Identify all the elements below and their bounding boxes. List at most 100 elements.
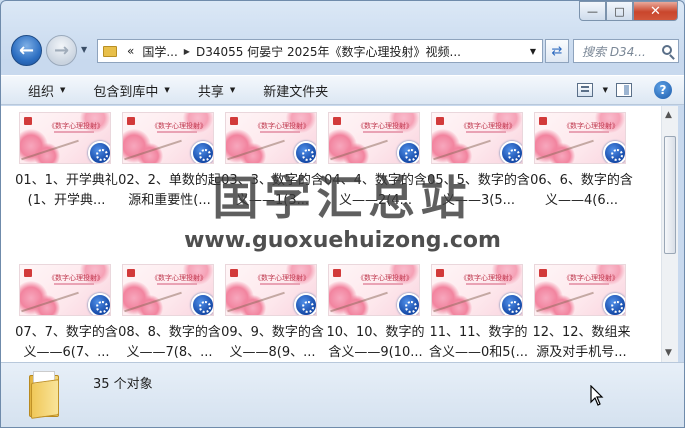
video-player-badge-icon [603,293,625,315]
file-name: 08、8、数字的含义——7(8、... [118,325,221,360]
seal-icon [230,117,238,125]
video-file-tile[interactable]: 《数字心理投射》 01、1、开学典礼(1、开学典... [15,112,118,252]
file-name: 11、11、数字的含义——0和5(... [428,325,528,360]
include-in-library-label: 包含到库中 [93,84,159,100]
thumbnail-title: 《数字心理投射》 [563,122,619,130]
file-name: 12、12、数组来源及对手机号... [532,325,631,360]
toolbar-right-group: ▼ ? [576,81,684,99]
forward-button[interactable]: → [46,35,77,66]
video-player-badge-icon [500,141,522,163]
seal-icon [230,269,238,277]
breadcrumb-segment-current[interactable]: D34055 何晏宁 2025年《数字心理投射》视频... [192,43,465,60]
video-thumbnail: 《数字心理投射》 [225,112,317,164]
video-file-tile[interactable]: 《数字心理投射》 06、6、数字的含义——4(6... [530,112,633,252]
folder-icon [29,371,59,419]
change-view-icon[interactable] [576,83,593,97]
seal-icon [436,269,444,277]
seal-icon [436,117,444,125]
address-overflow[interactable]: « [123,44,138,58]
file-name: 01、1、开学典礼(1、开学典... [15,173,118,208]
address-history-dropdown-icon[interactable]: ▼ [530,47,536,56]
seal-icon [24,117,32,125]
scroll-down-icon[interactable]: ▼ [665,348,672,358]
chevron-down-icon: ▼ [229,86,236,94]
thumbnail-title: 《数字心理投射》 [563,274,619,282]
thumbnail-title: 《数字心理投射》 [460,122,516,130]
share-label: 共享 [197,84,224,100]
search-input[interactable]: 搜索 D34... [573,39,679,63]
video-player-badge-icon [294,141,316,163]
thumbnail-title: 《数字心理投射》 [151,274,207,282]
maximize-button[interactable]: □ [606,1,633,21]
share-menu[interactable]: 共享 ▼ [184,81,249,100]
video-file-tile[interactable]: 《数字心理投射》 09、9、数字的含义——8(9、... [221,264,324,362]
video-file-tile[interactable]: 《数字心理投射》 05、5、数字的含义——3(5... [427,112,530,252]
video-thumbnail: 《数字心理投射》 [328,112,420,164]
scrollbar-thumb[interactable] [664,136,676,254]
search-placeholder: 搜索 D34... [582,44,646,59]
close-button[interactable]: ✕ [633,1,678,21]
file-name: 04、4、数字的含义——2(4... [324,173,427,208]
address-bar[interactable]: « 国学... ▶ D34055 何晏宁 2025年《数字心理投射》视频... … [97,39,543,63]
organize-menu[interactable]: 组织 ▼ [1,81,79,100]
forward-arrow-icon: → [53,39,70,61]
video-player-badge-icon [88,293,110,315]
recent-pages-dropdown-icon[interactable]: ▼ [81,45,87,54]
navigation-bar: ← → ▼ « 国学... ▶ D34055 何晏宁 2025年《数字心理投射》… [1,31,684,71]
chevron-down-icon[interactable]: ▼ [603,86,608,94]
video-thumbnail: 《数字心理投射》 [534,264,626,316]
video-player-badge-icon [603,141,625,163]
file-list-pane[interactable]: 《数字心理投射》 01、1、开学典礼(1、开学典... 《数字心理投射》 02、2、单… [1,106,661,362]
video-file-tile[interactable]: 《数字心理投射》 10、10、数字的含义——9(10... [324,264,427,362]
include-in-library-menu[interactable]: 包含到库中 ▼ [79,81,183,100]
video-player-badge-icon [191,293,213,315]
video-thumbnail: 《数字心理投射》 [225,264,317,316]
video-file-tile[interactable]: 《数字心理投射》 12、12、数组来源及对手机号... [530,264,633,362]
minimize-button[interactable]: — [579,1,606,21]
file-name: 10、10、数字的含义——9(10... [326,325,425,360]
video-player-badge-icon [88,141,110,163]
video-player-badge-icon [397,141,419,163]
breadcrumb-chevron-icon[interactable]: ▶ [182,47,192,56]
item-count: 35 个对象 [93,377,153,392]
video-thumbnail: 《数字心理投射》 [534,112,626,164]
search-icon [662,45,672,55]
video-file-tile[interactable]: 《数字心理投射》 04、4、数字的含义——2(4... [324,112,427,252]
video-player-badge-icon [191,141,213,163]
thumbnail-title: 《数字心理投射》 [151,122,207,130]
video-thumbnail: 《数字心理投射》 [328,264,420,316]
file-name: 07、7、数字的含义——6(7、... [15,325,118,360]
seal-icon [333,117,341,125]
video-player-badge-icon [397,293,419,315]
video-player-badge-icon [500,293,522,315]
video-file-tile[interactable]: 《数字心理投射》 03、3、数字的含义——1(3... [221,112,324,252]
vertical-scrollbar[interactable]: ▲ ▼ [661,106,678,362]
seal-icon [539,117,547,125]
back-button[interactable]: ← [11,35,42,66]
chevron-down-icon: ▼ [164,86,170,94]
video-thumbnail: 《数字心理投射》 [122,264,214,316]
caption-buttons: — □ ✕ [579,1,678,21]
file-name: 09、9、数字的含义——8(9、... [221,325,324,360]
preview-pane-icon[interactable] [616,83,632,97]
help-icon[interactable]: ? [654,81,672,99]
video-player-badge-icon [294,293,316,315]
video-thumbnail: 《数字心理投射》 [122,112,214,164]
thumbnail-title: 《数字心理投射》 [48,274,104,282]
video-thumbnail: 《数字心理投射》 [19,264,111,316]
video-thumbnail: 《数字心理投射》 [431,112,523,164]
thumbnail-title: 《数字心理投射》 [460,274,516,282]
new-folder-label: 新建文件夹 [263,84,329,100]
scroll-up-icon[interactable]: ▲ [665,110,672,120]
video-file-tile[interactable]: 《数字心理投射》 11、11、数字的含义——0和5(... [427,264,530,362]
thumbnail-title: 《数字心理投射》 [254,122,310,130]
refresh-button[interactable]: ⇄ [545,39,569,63]
video-file-tile[interactable]: 《数字心理投射》 07、7、数字的含义——6(7、... [15,264,118,362]
explorer-window: — □ ✕ ← → ▼ « 国学... ▶ D34055 何晏宁 2025年《数… [0,0,685,428]
breadcrumb-segment[interactable]: 国学... [138,43,181,60]
video-file-tile[interactable]: 《数字心理投射》 02、2、单数的起源和重要性(... [118,112,221,252]
organize-label: 组织 [28,84,55,100]
new-folder-button[interactable]: 新建文件夹 [249,81,342,100]
file-name: 06、6、数字的含义——4(6... [530,173,633,208]
video-file-tile[interactable]: 《数字心理投射》 08、8、数字的含义——7(8、... [118,264,221,362]
